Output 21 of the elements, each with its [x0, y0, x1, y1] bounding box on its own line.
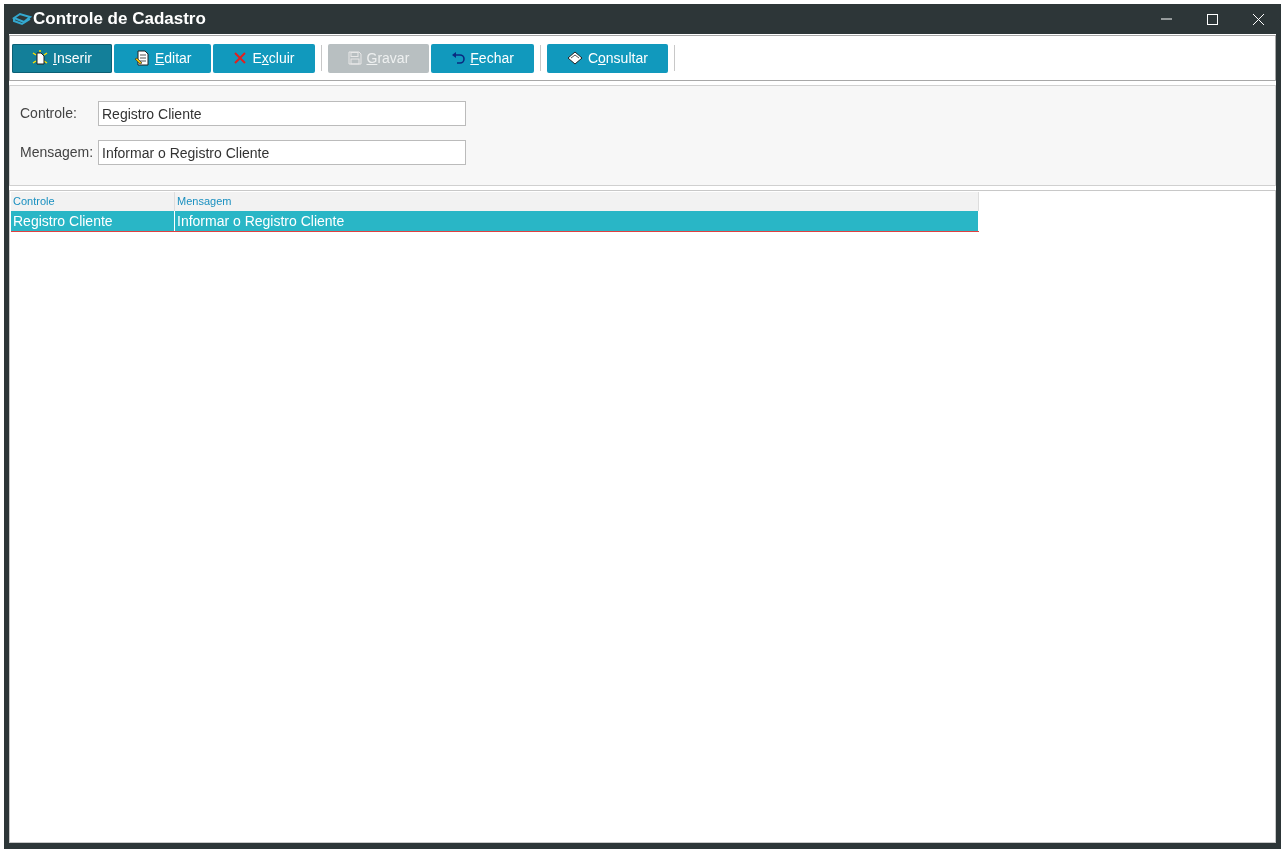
toolbar-button[interactable]: Consultar — [546, 43, 668, 73]
input-field[interactable]: Informar o Registro Cliente — [98, 140, 466, 165]
close-icon — [233, 51, 248, 65]
toolbar-button[interactable]: Editar — [113, 43, 212, 73]
edit-document-icon — [133, 50, 150, 66]
table-cell: Registro Cliente — [11, 211, 175, 231]
maximize-icon — [1206, 13, 1218, 25]
toolbar-button[interactable]: Inserir — [12, 43, 112, 73]
new-document-icon — [32, 50, 48, 66]
table-row[interactable]: Registro Cliente Informar o Registro Cliente — [11, 211, 979, 232]
undo-arrow-icon — [451, 52, 466, 64]
window-title: Controle de Cadastro — [33, 8, 206, 31]
field-label: Controle: — [20, 104, 78, 123]
input-field[interactable]: Registro Cliente — [98, 101, 466, 126]
field-label: Mensagem: — [20, 143, 95, 162]
minimize-icon — [1160, 18, 1172, 20]
close-icon — [1252, 13, 1264, 25]
table-cell: Informar o Registro Cliente — [175, 211, 979, 231]
toolbar-button[interactable]: Excluir — [213, 43, 315, 73]
logo-icon — [12, 12, 32, 26]
toolbar-button[interactable]: Fechar — [431, 43, 534, 73]
